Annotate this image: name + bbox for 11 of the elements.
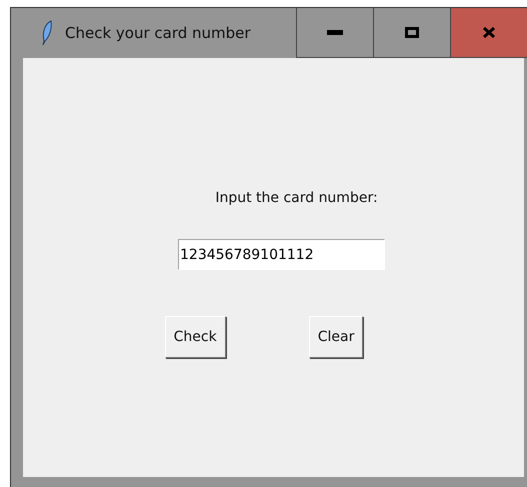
clear-button[interactable]: Clear xyxy=(308,316,364,358)
card-number-label: Input the card number: xyxy=(215,190,378,206)
close-icon xyxy=(482,26,496,39)
window-title: Check your card number xyxy=(65,24,251,42)
feather-icon xyxy=(41,20,53,46)
maximize-button[interactable] xyxy=(373,8,450,58)
maximize-icon xyxy=(405,27,419,38)
check-button[interactable]: Check xyxy=(164,316,226,358)
minimize-button[interactable] xyxy=(296,8,373,58)
card-number-field[interactable]: 123456789101112 xyxy=(178,239,385,270)
minimize-icon xyxy=(327,30,343,35)
